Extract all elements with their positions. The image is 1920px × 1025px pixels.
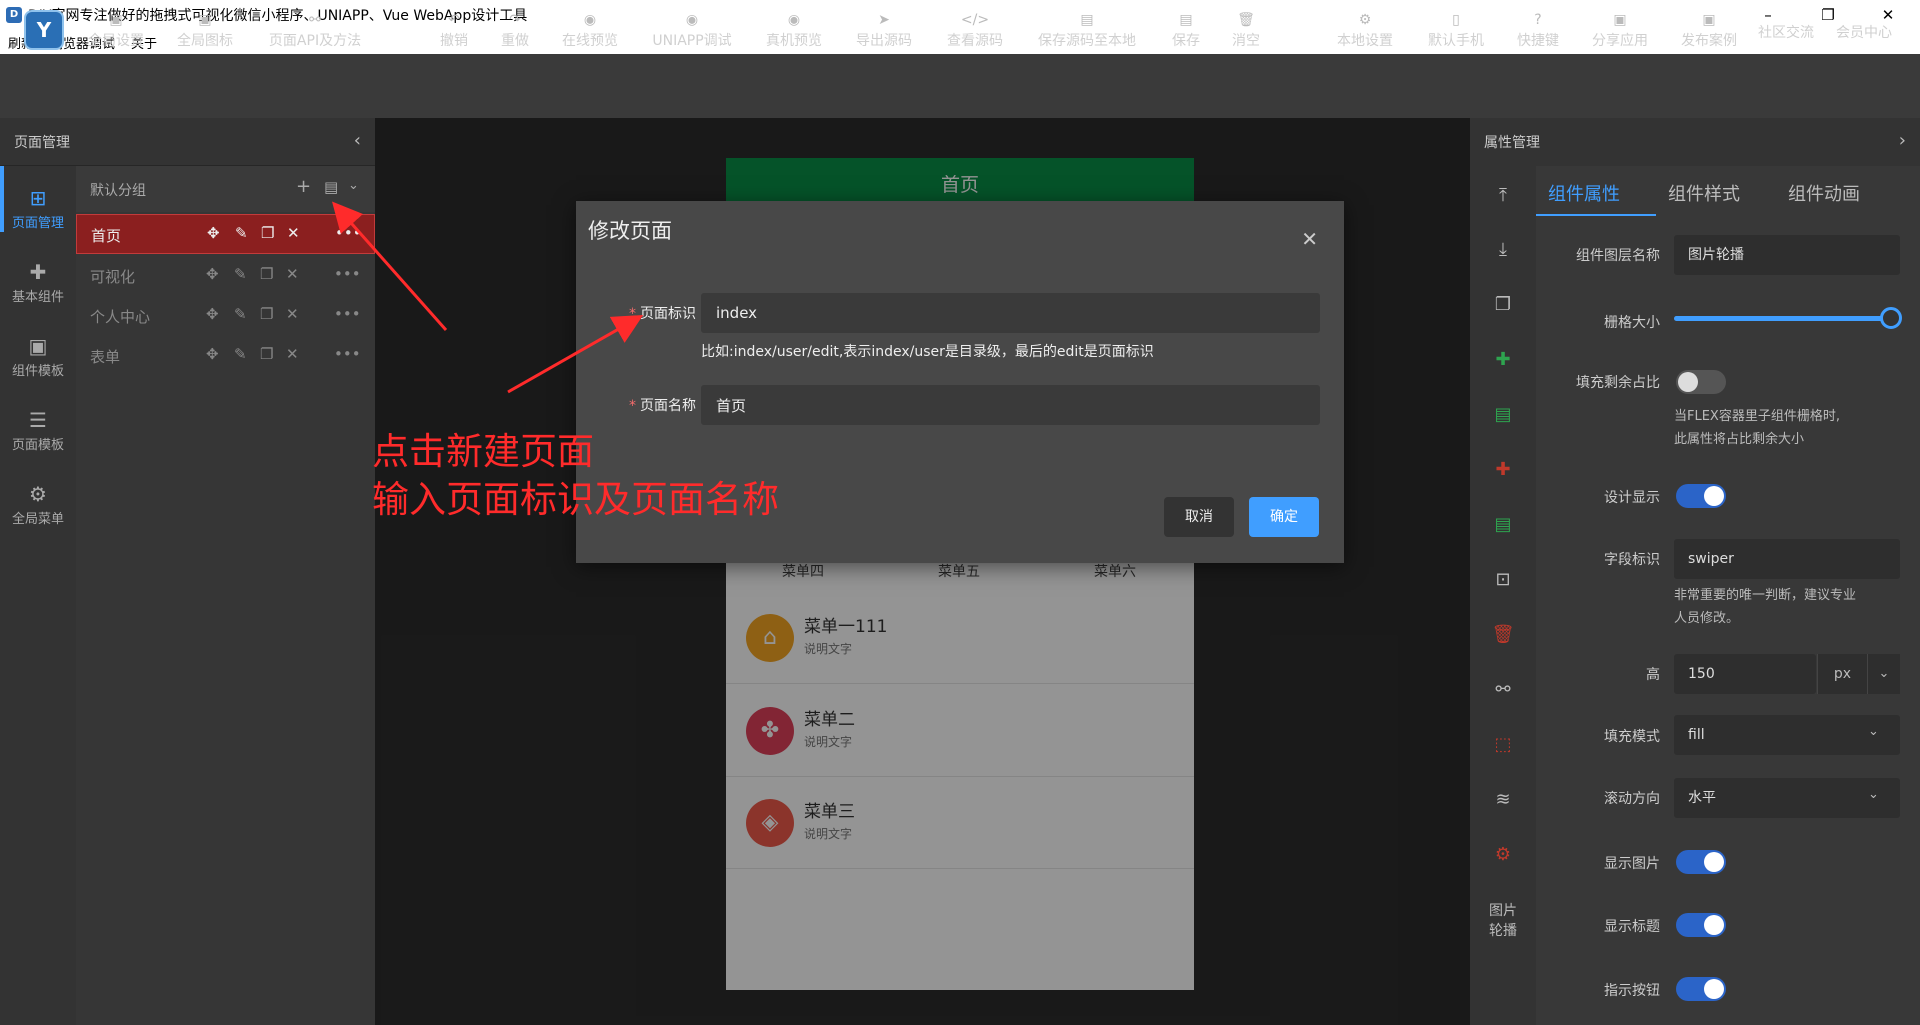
layer-name-label: 组件图层名称 [1576, 248, 1660, 264]
copy-icon[interactable]: ❐ [1490, 292, 1516, 318]
arrow-to-page-id-input [507, 315, 644, 394]
right-panel-title: 属性管理 [1484, 135, 1540, 151]
fill-ratio-label: 填充剩余占比 [1576, 375, 1660, 391]
show-image-toggle[interactable] [1676, 850, 1726, 874]
move-to-top-icon[interactable]: ⤒ [1490, 183, 1516, 209]
height-input[interactable]: 150 [1674, 654, 1816, 694]
toggle-knob [1704, 486, 1724, 506]
chevron-down-icon: ⌄ [1868, 724, 1879, 739]
slider-fill [1674, 316, 1900, 321]
indicator-label: 指示按钮 [1604, 983, 1660, 999]
show-title-label: 显示标题 [1604, 919, 1660, 935]
grid-size-label: 栅格大小 [1604, 315, 1660, 331]
slider-thumb[interactable] [1880, 307, 1902, 329]
toggle-knob [1704, 915, 1724, 935]
right-panel-header: 属性管理 › [1470, 118, 1920, 166]
chevron-down-icon: ⌄ [1868, 787, 1879, 802]
design-show-toggle[interactable] [1676, 484, 1726, 508]
gear-icon[interactable]: ⚙ [1490, 842, 1516, 868]
layers-icon[interactable]: ≋ [1490, 787, 1516, 813]
fill-mode-select[interactable]: fill [1674, 715, 1900, 755]
annotation-text: 点击新建页面 输入页面标识及页面名称 [372, 428, 779, 524]
tab-component-animation[interactable]: 组件动画 [1788, 180, 1860, 206]
fill-note-line-2: 此属性将占比剩余大小 [1674, 432, 1805, 447]
fill-mode-label: 填充模式 [1604, 729, 1660, 745]
select-area-icon[interactable]: ⬚ [1490, 732, 1516, 758]
scroll-direction-select[interactable]: 水平 [1674, 778, 1900, 818]
chevron-down-icon[interactable]: ⌄ [1867, 654, 1900, 694]
annotation-line-2: 输入页面标识及页面名称 [372, 478, 779, 521]
move-to-bottom-icon[interactable]: ⤓ [1490, 237, 1516, 263]
grid-size-slider[interactable] [1674, 307, 1902, 329]
document-icon[interactable]: ▤ [1490, 402, 1516, 428]
field-note-line-2: 人员修改。 [1674, 611, 1740, 626]
field-note-line-1: 非常重要的唯一判断，建议专业 [1674, 588, 1857, 603]
field-id-input[interactable]: swiper [1674, 539, 1900, 579]
annotation-line-1: 点击新建页面 [372, 430, 594, 473]
show-image-label: 显示图片 [1604, 856, 1660, 872]
layer-name-input[interactable]: 图片轮播 [1674, 235, 1900, 275]
trash-icon[interactable]: 🗑 [1490, 622, 1516, 648]
fill-ratio-toggle[interactable] [1676, 370, 1726, 394]
fill-note-line-1: 当FLEX容器里子组件栅格时, [1674, 409, 1840, 424]
field-id-label: 字段标识 [1604, 552, 1660, 568]
toggle-knob [1704, 979, 1724, 999]
show-title-toggle[interactable] [1676, 913, 1726, 937]
height-label: 高 [1646, 667, 1660, 683]
tab-component-style[interactable]: 组件样式 [1668, 180, 1740, 206]
component-caption: 图片 轮播 [1489, 903, 1517, 939]
tab-component-props[interactable]: 组件属性 [1548, 180, 1620, 206]
height-unit-select[interactable]: px [1817, 654, 1867, 694]
collapse-right-icon[interactable]: › [1899, 130, 1906, 151]
toggle-knob [1678, 372, 1698, 392]
link-icon[interactable]: ⚯ [1490, 677, 1516, 703]
puzzle-icon[interactable]: ✚ [1490, 457, 1516, 483]
toggle-knob [1704, 852, 1724, 872]
puzzle-icon[interactable]: ✚ [1490, 347, 1516, 373]
arrow-to-new-page-icon [332, 201, 448, 331]
tab-active-indicator [1536, 214, 1656, 216]
add-document-icon[interactable]: ▤ [1490, 512, 1516, 538]
design-show-label: 设计显示 [1604, 490, 1660, 506]
unlock-icon[interactable]: ⊡ [1490, 567, 1516, 593]
scroll-direction-label: 滚动方向 [1604, 791, 1660, 807]
indicator-toggle[interactable] [1676, 977, 1726, 1001]
